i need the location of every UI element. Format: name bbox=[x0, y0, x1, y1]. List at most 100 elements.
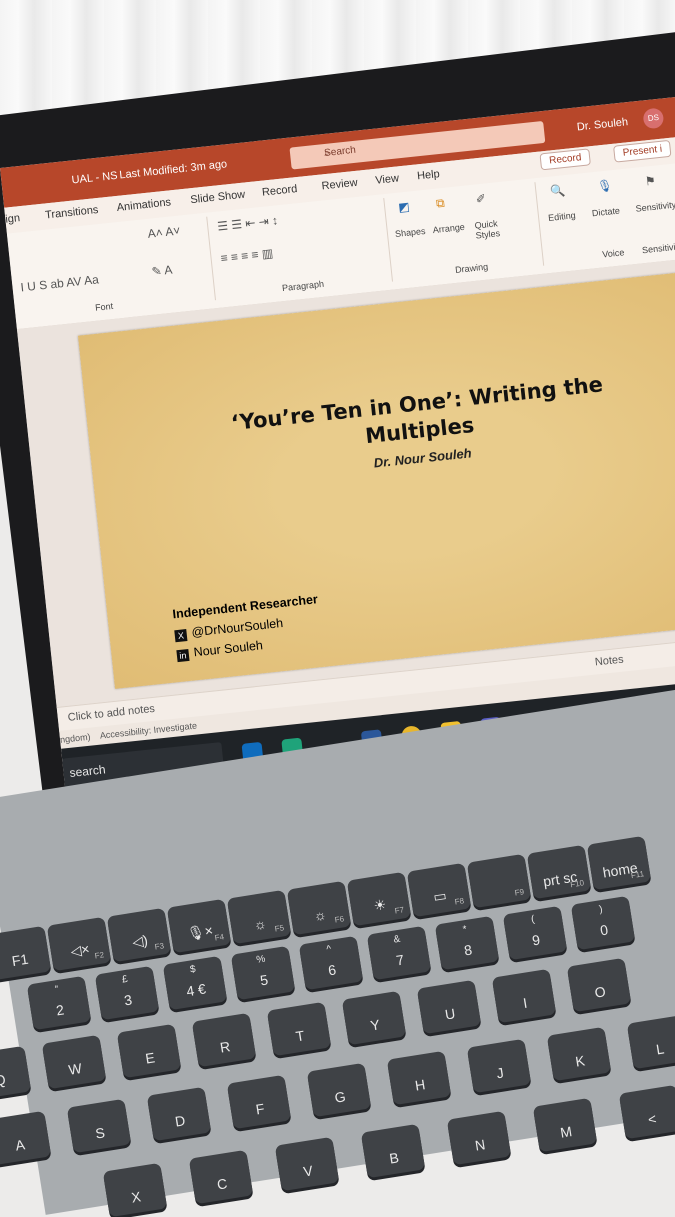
key-secondary-label: ) bbox=[598, 903, 604, 916]
key-7[interactable]: ▭ F8 bbox=[406, 862, 472, 918]
key-secondary-label bbox=[307, 1067, 364, 1076]
key-13[interactable]: £3 bbox=[94, 965, 160, 1021]
key-10[interactable]: home F11 bbox=[586, 835, 652, 891]
key-24[interactable]: R bbox=[191, 1012, 257, 1068]
key-secondary-label: % bbox=[255, 953, 267, 966]
key-secondary-label bbox=[527, 849, 584, 858]
key-42[interactable]: C bbox=[188, 1149, 254, 1205]
key-label: W bbox=[67, 1059, 83, 1078]
key-21[interactable]: Q bbox=[0, 1045, 32, 1101]
key-label: R bbox=[218, 1038, 232, 1056]
key-16[interactable]: ^ 6 bbox=[298, 935, 364, 991]
key-4[interactable]: ☼ F5 bbox=[226, 889, 292, 945]
key-18[interactable]: * 8 bbox=[434, 915, 500, 971]
key-secondary-label bbox=[547, 1031, 604, 1040]
key-27[interactable]: U bbox=[416, 979, 482, 1035]
key-secondary-label bbox=[67, 1103, 124, 1112]
key-15[interactable]: % 5 bbox=[230, 945, 296, 1001]
key-secondary-label: ^ bbox=[325, 943, 333, 956]
key-secondary-label bbox=[627, 1019, 675, 1028]
key-secondary-label bbox=[492, 973, 549, 982]
key-label: O bbox=[593, 983, 607, 1001]
key-9[interactable]: prt sc F10 bbox=[526, 844, 592, 900]
key-0[interactable]: F1 bbox=[0, 925, 52, 981]
key-label: B bbox=[388, 1149, 400, 1167]
key-28[interactable]: I bbox=[491, 968, 557, 1024]
key-label: X bbox=[130, 1188, 142, 1206]
key-17[interactable]: & 7 bbox=[366, 925, 432, 981]
key-fn-label: F10 bbox=[569, 878, 585, 890]
key-secondary-label bbox=[42, 1039, 99, 1048]
key-45[interactable]: N bbox=[446, 1110, 512, 1166]
key-secondary-label bbox=[342, 995, 399, 1004]
key-secondary-label bbox=[567, 962, 624, 971]
key-label: 0 bbox=[598, 921, 610, 939]
key-1[interactable]: ◁× F2 bbox=[46, 916, 112, 972]
key-fn-label: F11 bbox=[630, 869, 645, 881]
key-fn-label: F6 bbox=[334, 914, 345, 925]
key-32[interactable]: S bbox=[66, 1098, 132, 1154]
key-38[interactable]: K bbox=[546, 1026, 612, 1082]
key-fn-label: F3 bbox=[154, 941, 165, 952]
key-12[interactable]: “2 bbox=[26, 975, 92, 1031]
key-19[interactable]: (9 bbox=[502, 905, 568, 961]
key-14[interactable]: $4 € bbox=[162, 955, 228, 1011]
keyboard: F1 ◁× F2 ◁) F3 🎙× F4 ☼ F5 ☼ F6 ☀ F7 ▭ F8 F9 prt sc F10 hom… bbox=[0, 0, 675, 1217]
key-2[interactable]: ◁) F3 bbox=[106, 907, 172, 963]
key-29[interactable]: O bbox=[566, 957, 632, 1013]
key-secondary-label bbox=[467, 858, 524, 867]
key-39[interactable]: L bbox=[626, 1014, 675, 1070]
key-secondary-label bbox=[275, 1141, 332, 1150]
key-label: N bbox=[473, 1136, 487, 1154]
key-label: 5 bbox=[258, 971, 270, 989]
key-fn-label: F7 bbox=[394, 905, 405, 916]
key-44[interactable]: B bbox=[360, 1123, 426, 1179]
key-secondary-label bbox=[0, 1050, 25, 1059]
key-secondary-label bbox=[467, 1043, 524, 1052]
key-33[interactable]: D bbox=[146, 1086, 212, 1142]
key-label: 7 bbox=[394, 951, 406, 969]
key-41[interactable]: X bbox=[102, 1162, 168, 1217]
key-43[interactable]: V bbox=[274, 1136, 340, 1192]
key-secondary-label bbox=[227, 894, 284, 903]
key-46[interactable]: M bbox=[532, 1097, 598, 1153]
key-secondary-label bbox=[533, 1102, 590, 1111]
key-22[interactable]: W bbox=[41, 1034, 107, 1090]
key-secondary-label bbox=[447, 1115, 504, 1124]
key-23[interactable]: E bbox=[116, 1023, 182, 1079]
key-26[interactable]: Y bbox=[341, 990, 407, 1046]
key-fn-label: F5 bbox=[274, 923, 285, 934]
key-label: < bbox=[646, 1110, 658, 1128]
key-secondary-label: “ bbox=[54, 983, 60, 996]
key-31[interactable]: A bbox=[0, 1110, 52, 1166]
key-label: I bbox=[521, 994, 529, 1012]
key-47[interactable]: < bbox=[618, 1084, 675, 1140]
key-secondary-label bbox=[103, 1167, 160, 1176]
key-3[interactable]: 🎙× F4 bbox=[166, 898, 232, 954]
key-5[interactable]: ☼ F6 bbox=[286, 880, 352, 936]
key-label: F1 bbox=[10, 950, 30, 970]
key-fn-label: F9 bbox=[514, 887, 525, 898]
key-label: 9 bbox=[530, 931, 542, 949]
key-label: T bbox=[294, 1027, 306, 1045]
key-label: H bbox=[413, 1076, 427, 1094]
key-secondary-label bbox=[347, 876, 404, 885]
key-label: J bbox=[495, 1064, 505, 1082]
key-fn-label: F8 bbox=[454, 896, 465, 907]
key-secondary-label bbox=[227, 1079, 284, 1088]
key-secondary-label bbox=[417, 984, 474, 993]
key-secondary-label bbox=[361, 1128, 418, 1137]
key-6[interactable]: ☀ F7 bbox=[346, 871, 412, 927]
key-secondary-label bbox=[287, 885, 344, 894]
key-8[interactable]: F9 bbox=[466, 853, 532, 909]
key-secondary-label bbox=[167, 903, 224, 912]
key-36[interactable]: H bbox=[386, 1050, 452, 1106]
key-35[interactable]: G bbox=[306, 1062, 372, 1118]
key-25[interactable]: T bbox=[266, 1001, 332, 1057]
key-34[interactable]: F bbox=[226, 1074, 292, 1130]
key-label: F bbox=[254, 1100, 266, 1118]
key-label: D bbox=[173, 1112, 187, 1130]
key-label: M bbox=[559, 1123, 574, 1141]
key-37[interactable]: J bbox=[466, 1038, 532, 1094]
key-20[interactable]: ) 0 bbox=[570, 895, 636, 951]
